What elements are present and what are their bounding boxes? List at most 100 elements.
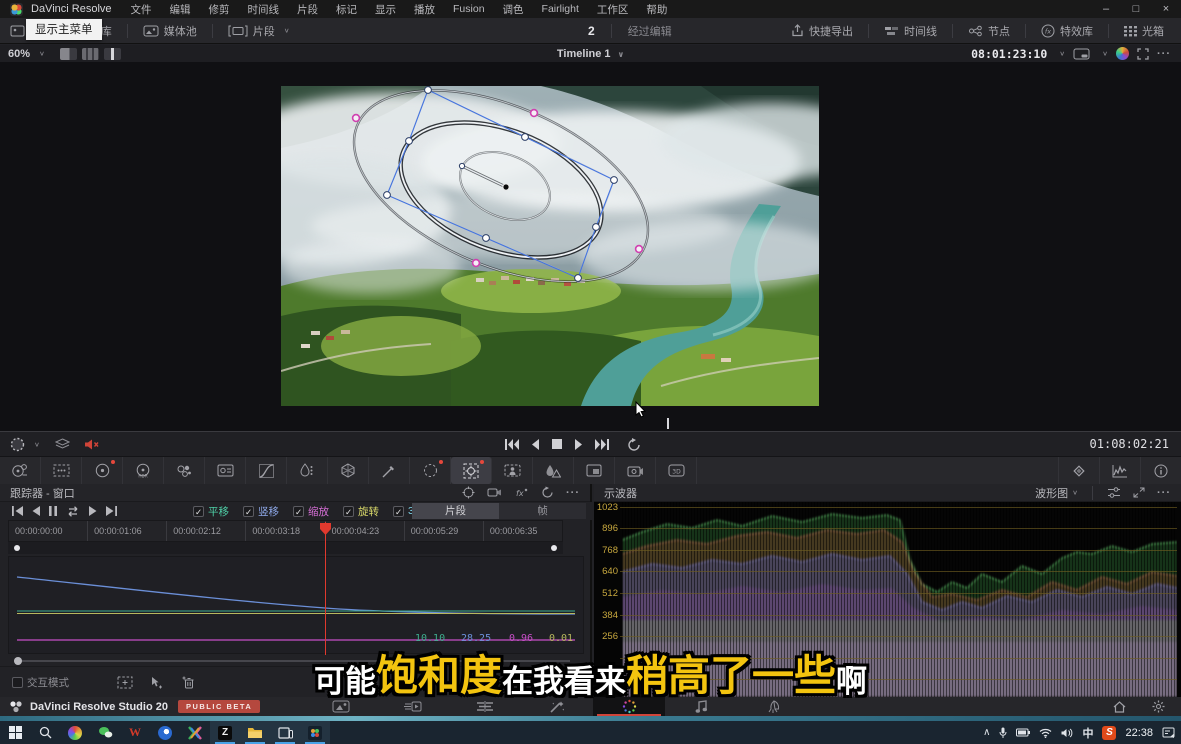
smudge-removal-icon[interactable] bbox=[615, 457, 656, 484]
ime-indicator[interactable]: 中 bbox=[1082, 725, 1093, 741]
go-to-end-button[interactable] bbox=[595, 439, 609, 450]
menu-trim[interactable]: 修剪 bbox=[200, 2, 239, 17]
crosshair-icon[interactable] bbox=[462, 486, 475, 499]
camera-3d-icon[interactable] bbox=[487, 487, 502, 498]
photos-app-icon[interactable] bbox=[300, 721, 330, 744]
wechat-icon[interactable] bbox=[90, 721, 120, 744]
wifi-icon[interactable] bbox=[1039, 728, 1052, 738]
playhead-line[interactable] bbox=[325, 522, 326, 655]
speaker-icon[interactable] bbox=[1061, 728, 1073, 738]
fx-small-icon[interactable]: fx bbox=[514, 487, 529, 498]
loop-button[interactable] bbox=[627, 438, 641, 451]
checkbox-tilt[interactable]: ✓竖移 bbox=[243, 504, 279, 519]
track-back-button[interactable] bbox=[32, 506, 40, 516]
menu-view[interactable]: 显示 bbox=[366, 2, 405, 17]
app-logo-icon[interactable] bbox=[10, 3, 23, 16]
menu-fairlight[interactable]: Fairlight bbox=[533, 3, 588, 15]
stop-button[interactable] bbox=[552, 439, 562, 449]
wps-icon[interactable]: W bbox=[120, 721, 150, 744]
maximize-button[interactable]: □ bbox=[1121, 3, 1151, 15]
curves-icon[interactable] bbox=[246, 457, 287, 484]
camera-raw-icon[interactable] bbox=[0, 457, 41, 484]
color-warper-icon[interactable] bbox=[328, 457, 369, 484]
tracked-range-bar[interactable] bbox=[8, 542, 563, 554]
sizing-icon[interactable] bbox=[41, 457, 82, 484]
timeline-panel-button[interactable]: 时间线 bbox=[877, 23, 944, 39]
pause-button[interactable] bbox=[49, 506, 57, 516]
menu-mark[interactable]: 标记 bbox=[327, 2, 366, 17]
browser-icon[interactable] bbox=[150, 721, 180, 744]
notification-icon[interactable] bbox=[1162, 727, 1175, 739]
stereo-3d-icon[interactable]: 3D bbox=[656, 457, 697, 484]
hidden-icons-chevron[interactable]: ∧ bbox=[983, 727, 990, 738]
viewer-timecode[interactable]: 08:01:23:10 bbox=[971, 47, 1047, 61]
quick-export-button[interactable]: 快捷导出 bbox=[784, 23, 860, 39]
menu-workspace[interactable]: 工作区 bbox=[588, 2, 638, 17]
start-button[interactable] bbox=[0, 721, 30, 744]
checkbox-pan[interactable]: ✓平移 bbox=[193, 504, 229, 519]
search-button[interactable] bbox=[30, 721, 60, 744]
scopes-icon[interactable] bbox=[1099, 457, 1140, 484]
viewer-options-menu[interactable]: ··· bbox=[1157, 48, 1171, 60]
tracker-ruler[interactable]: 00:00:00:00 00:00:01:06 00:00:02:12 00:0… bbox=[8, 520, 563, 542]
viewer-canvas[interactable] bbox=[0, 62, 1181, 431]
expand-icon[interactable] bbox=[1137, 48, 1149, 60]
lightbox-button[interactable]: 光箱 bbox=[1117, 23, 1171, 39]
close-button[interactable]: × bbox=[1151, 3, 1181, 15]
checkbox-zoom[interactable]: ✓缩放 bbox=[293, 504, 329, 519]
patch-replacer-icon[interactable] bbox=[574, 457, 615, 484]
microphone-icon[interactable] bbox=[999, 727, 1007, 739]
scopes-options-menu[interactable]: ··· bbox=[1157, 487, 1171, 499]
tab-clip[interactable]: 片段 bbox=[412, 503, 499, 519]
track-to-start-button[interactable] bbox=[12, 506, 23, 516]
play-button[interactable] bbox=[574, 439, 583, 450]
bidirectional-track-button[interactable] bbox=[66, 506, 80, 517]
rgb-mixer-icon[interactable] bbox=[164, 457, 205, 484]
grades-icon[interactable] bbox=[1116, 47, 1129, 60]
track-to-end-button[interactable] bbox=[106, 506, 117, 516]
window-icon[interactable] bbox=[410, 457, 451, 484]
nodes-panel-button[interactable]: 节点 bbox=[961, 23, 1017, 39]
device-app-icon[interactable] bbox=[270, 721, 300, 744]
effects-library-button[interactable]: fx 特效库 bbox=[1034, 23, 1100, 39]
media-pool-button[interactable]: 媒体池 bbox=[136, 23, 204, 39]
file-explorer-icon[interactable] bbox=[240, 721, 270, 744]
scope-mode-select[interactable]: 波形图 ∨ bbox=[1035, 485, 1078, 501]
hdr-grade-icon[interactable]: HDR bbox=[123, 457, 164, 484]
page-color[interactable] bbox=[593, 697, 665, 716]
sogou-icon[interactable]: S bbox=[1102, 726, 1116, 740]
version-count[interactable]: 2 bbox=[588, 24, 595, 38]
tracker-options-menu[interactable]: ··· bbox=[566, 487, 580, 499]
menu-edit[interactable]: 编辑 bbox=[161, 2, 200, 17]
page-media[interactable] bbox=[305, 697, 377, 716]
camera-app-icon[interactable] bbox=[60, 721, 90, 744]
menu-color[interactable]: 调色 bbox=[494, 2, 533, 17]
scope-expand-icon[interactable] bbox=[1133, 487, 1145, 498]
window-outline-select[interactable]: ∨ bbox=[0, 437, 47, 452]
menu-fusion[interactable]: Fusion bbox=[444, 3, 494, 15]
page-fairlight[interactable] bbox=[665, 697, 737, 716]
mute-icon[interactable] bbox=[84, 438, 100, 451]
range-end-dot[interactable] bbox=[551, 545, 557, 551]
clock[interactable]: 22:38 bbox=[1125, 727, 1153, 739]
magic-mask-icon[interactable] bbox=[492, 457, 533, 484]
monitor-icon[interactable] bbox=[1073, 48, 1090, 60]
blur-icon[interactable] bbox=[533, 457, 574, 484]
color-wheels-icon[interactable] bbox=[82, 457, 123, 484]
menu-playback[interactable]: 播放 bbox=[405, 2, 444, 17]
z-app-icon[interactable]: Z bbox=[210, 721, 240, 744]
reset-icon[interactable] bbox=[541, 486, 554, 499]
checkbox-rotate[interactable]: ✓旋转 bbox=[343, 504, 379, 519]
keyframes-icon[interactable] bbox=[1058, 457, 1099, 484]
go-to-start-button[interactable] bbox=[505, 439, 519, 450]
tab-frame[interactable]: 帧 bbox=[499, 503, 586, 519]
menu-file[interactable]: 文件 bbox=[122, 2, 161, 17]
clips-button[interactable]: 片段 ∨ bbox=[221, 23, 297, 39]
home-icon[interactable] bbox=[1113, 700, 1126, 713]
colorful-x-app-icon[interactable] bbox=[180, 721, 210, 744]
scope-settings-icon[interactable] bbox=[1107, 487, 1121, 498]
step-back-button[interactable] bbox=[531, 439, 540, 450]
track-forward-button[interactable] bbox=[89, 506, 97, 516]
page-deliver[interactable] bbox=[737, 697, 809, 716]
menu-clip[interactable]: 片段 bbox=[288, 2, 327, 17]
